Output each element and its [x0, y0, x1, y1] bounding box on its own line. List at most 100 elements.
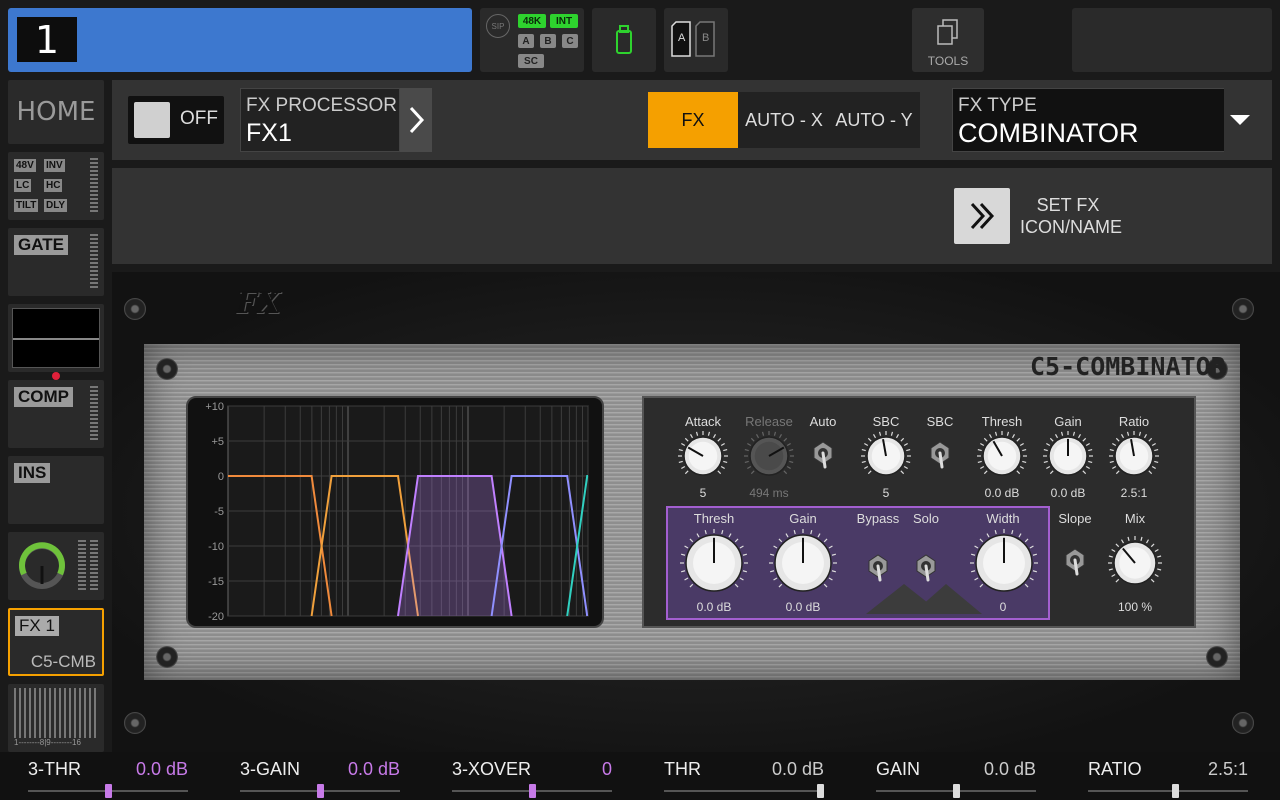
send-meter-l: [78, 540, 86, 592]
encoder-thumb[interactable]: [528, 784, 536, 798]
gain-label: Gain: [1054, 414, 1082, 429]
encoder-3-thr[interactable]: 3-THR 0.0 dB: [28, 752, 188, 800]
preamp-block[interactable]: 48V INV LC HC TILT DLY: [8, 152, 104, 220]
crossover-graph[interactable]: +10 +5 0 -5 -10 -15 -20: [186, 396, 604, 628]
y-tick-label: -10: [208, 541, 224, 553]
channel-name-bar[interactable]: [8, 8, 472, 72]
fx-processor-select[interactable]: FX PROCESSOR FX1: [240, 88, 400, 152]
band-gain-value: 0.0 dB: [785, 600, 821, 614]
bus-meters-block[interactable]: 1--------8|9--------16: [8, 684, 104, 752]
attack-knob[interactable]: [678, 431, 728, 476]
gate-label: GATE: [14, 235, 68, 255]
encoder-name: RATIO: [1088, 759, 1142, 779]
y-tick-label: -5: [214, 506, 224, 518]
encoder-value: 0.0 dB: [983, 759, 1036, 779]
level-ring-icon: [19, 542, 65, 589]
eq-block[interactable]: [8, 304, 104, 380]
encoder-name: 3-XOVER: [452, 759, 532, 779]
sbc-value: 5: [882, 486, 890, 500]
tools-button[interactable]: TOOLS: [912, 8, 984, 72]
bus-meters: [14, 688, 98, 738]
auto-toggle[interactable]: [813, 441, 833, 469]
slope-toggle[interactable]: [1065, 548, 1085, 576]
bypass-toggle[interactable]: [868, 554, 888, 582]
solo-label: Solo: [912, 511, 940, 526]
plugin-brand: C5-COMBINATOR: [1030, 352, 1226, 381]
set-fx-line1: SET FX: [1036, 195, 1100, 215]
insert-block[interactable]: INS: [8, 456, 104, 524]
comp-block[interactable]: COMP: [8, 380, 104, 448]
release-knob[interactable]: [744, 431, 794, 476]
sip-indicator: SIP: [486, 14, 510, 38]
encoder-track: [664, 790, 824, 792]
thresh-knob[interactable]: [977, 431, 1027, 476]
next-processor-button[interactable]: [400, 88, 432, 152]
badge-inv: INV: [44, 159, 65, 172]
set-fx-icon-button[interactable]: [954, 188, 1010, 244]
encoder-thumb[interactable]: [952, 784, 960, 798]
band-gain-knob[interactable]: [769, 529, 837, 592]
usb-button[interactable]: [592, 8, 656, 72]
send-block[interactable]: [8, 532, 104, 600]
screw-icon: [156, 646, 178, 668]
auto-label: Auto: [809, 414, 837, 429]
tab-auto-x[interactable]: AUTO - X: [740, 92, 828, 148]
encoder-gain[interactable]: GAIN 0.0 dB: [876, 752, 1036, 800]
encoder-track: [1088, 790, 1248, 792]
encoder-thr[interactable]: THR 0.0 dB: [664, 752, 824, 800]
attack-value: 5: [699, 486, 707, 500]
badge-lc: LC: [14, 179, 32, 192]
tab-auto-y[interactable]: AUTO - Y: [830, 92, 918, 148]
clock-badge: INT: [550, 14, 578, 28]
status-sc: SC: [518, 54, 544, 68]
ratio-knob[interactable]: [1109, 431, 1159, 476]
eq-preview: [12, 308, 100, 368]
card-ab-button[interactable]: A B: [664, 8, 728, 72]
sbc-toggle[interactable]: [930, 441, 950, 469]
scene-info-box[interactable]: [1072, 8, 1272, 72]
tools-label: TOOLS: [927, 54, 969, 68]
encoder-thumb[interactable]: [1172, 784, 1180, 798]
band-thresh-knob[interactable]: [680, 529, 748, 592]
release-value: 494 ms: [749, 486, 789, 500]
badge-tilt: TILT: [14, 199, 39, 212]
home-button[interactable]: HOME: [8, 80, 104, 144]
set-fx-line2: ICON/NAME: [1020, 217, 1123, 237]
width-knob[interactable]: [970, 529, 1038, 592]
fx1-name: C5-CMB: [30, 652, 96, 671]
encoder-3-gain[interactable]: 3-GAIN 0.0 dB: [240, 752, 400, 800]
card-b-label: B: [702, 32, 710, 44]
status-c: C: [562, 34, 578, 48]
thresh-label: Thresh: [981, 414, 1023, 429]
encoder-3-xover[interactable]: 3-XOVER 0: [452, 752, 612, 800]
comp-meter: [90, 386, 98, 442]
gate-block[interactable]: GATE: [8, 228, 104, 296]
y-tick-label: +10: [205, 401, 224, 413]
mix-knob[interactable]: [1108, 536, 1162, 585]
solo-toggle[interactable]: [916, 554, 936, 582]
thresh-value: 0.0 dB: [984, 486, 1020, 500]
tab-fx[interactable]: FX: [648, 92, 738, 148]
screw-icon: [1232, 298, 1254, 320]
fx-type-select[interactable]: FX TYPE COMBINATOR: [952, 88, 1256, 152]
band-gain-label: Gain: [789, 511, 817, 526]
encoder-ratio[interactable]: RATIO 2.5:1: [1088, 752, 1248, 800]
gate-meter: [90, 234, 98, 290]
input-meter: [90, 158, 98, 214]
encoder-value: 0.0 dB: [771, 759, 824, 779]
encoder-thumb[interactable]: [104, 784, 112, 798]
sbc-knob[interactable]: [861, 431, 911, 476]
bus-scale: 1--------8|9--------16: [14, 738, 81, 747]
fx-type-dropdown-button[interactable]: [1224, 88, 1256, 152]
attack-label: Attack: [684, 414, 722, 429]
gain-knob[interactable]: [1043, 431, 1093, 476]
encoder-name: 3-THR: [28, 759, 81, 779]
encoder-thumb[interactable]: [817, 784, 824, 798]
send-meter-r: [90, 540, 98, 592]
encoder-thumb[interactable]: [316, 784, 324, 798]
mix-label: Mix: [1124, 511, 1146, 526]
eq-active-dot: [52, 372, 60, 380]
ratio-label: Ratio: [1118, 414, 1150, 429]
fx1-block[interactable]: FX 1 C5-CMB: [8, 608, 104, 676]
fx1-label: FX 1: [15, 616, 59, 636]
